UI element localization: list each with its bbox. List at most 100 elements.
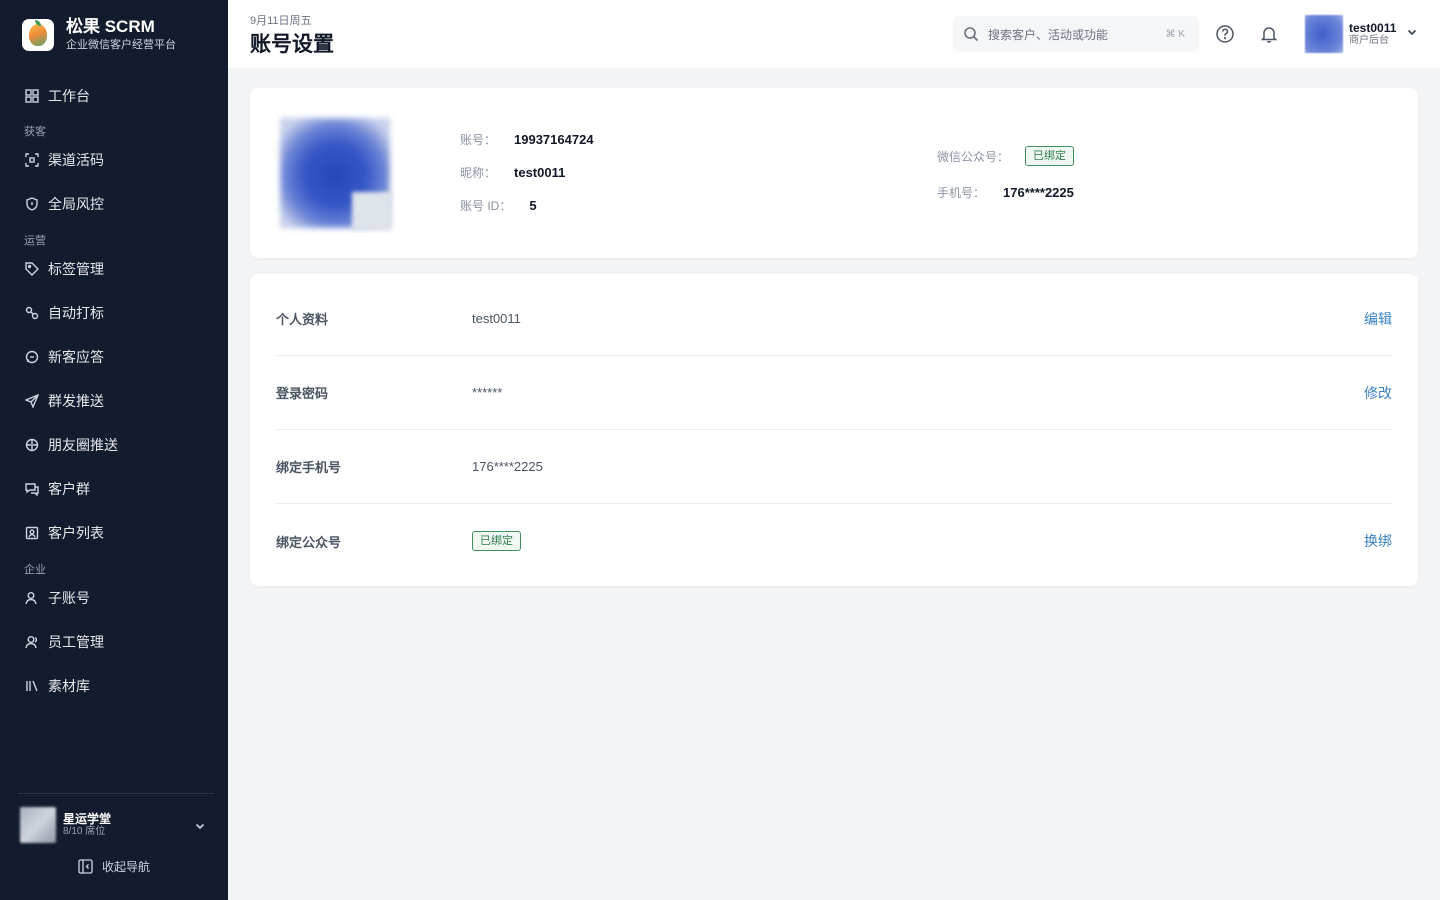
search-input[interactable]: 搜索客户、活动或功能 ⌘ K: [953, 16, 1199, 52]
setting-row-password: 登录密码 ****** 修改: [276, 356, 1392, 430]
phone-value: 176****2225: [1003, 185, 1074, 200]
sidebar-group-operations: 运营: [24, 235, 46, 247]
pinecone-logo-icon: [29, 20, 47, 46]
setting-label: 绑定公众号: [276, 534, 342, 550]
org-text: 星运学堂 8/10 席位: [63, 812, 111, 838]
auto-tag-icon: [24, 305, 40, 321]
account-number-value: 19937164724: [514, 132, 594, 147]
sidebar-item-tags[interactable]: 标签管理: [24, 257, 104, 281]
user-icon: [24, 590, 40, 606]
brand-text: 松果 SCRM 企业微信客户经营平台: [66, 17, 176, 53]
setting-label: 登录密码: [276, 386, 329, 401]
wechat-bound-badge: 已绑定: [1025, 146, 1075, 166]
sidebar-item-label: 群发推送: [48, 393, 104, 409]
nickname-label: 昵称：: [460, 166, 497, 180]
setting-label: 绑定手机号: [276, 460, 342, 475]
sidebar-item-material-library[interactable]: 素材库: [24, 674, 90, 698]
chat-reply-icon: [24, 349, 40, 365]
sidebar-item-channel-qrcode[interactable]: 渠道活码: [24, 148, 104, 172]
library-icon: [24, 678, 40, 694]
org-avatar: [20, 807, 56, 843]
sidebar-item-moments-push[interactable]: 朋友圈推送: [24, 433, 118, 457]
edit-profile-link[interactable]: 编辑: [1364, 309, 1392, 329]
setting-row-profile: 个人资料 test0011 编辑: [276, 282, 1392, 356]
dashboard-icon: [24, 88, 40, 104]
account-number-label: 账号：: [460, 133, 497, 147]
org-seats: 8/10 席位: [63, 826, 106, 837]
qrcode-scan-icon: [24, 152, 40, 168]
send-icon: [24, 393, 40, 409]
setting-row-official-account: 绑定公众号 已绑定 换绑: [276, 504, 1392, 578]
change-password-link[interactable]: 修改: [1364, 383, 1392, 403]
help-button[interactable]: [1214, 23, 1236, 45]
staff-icon: [24, 634, 40, 650]
sidebar-item-label: 渠道活码: [48, 152, 104, 168]
rebind-official-account-link[interactable]: 换绑: [1364, 531, 1392, 551]
sidebar-item-sub-accounts[interactable]: 子账号: [24, 586, 90, 610]
tag-icon: [24, 261, 40, 277]
user-name: test0011: [1349, 21, 1397, 35]
account-id-value: 5: [529, 198, 537, 213]
setting-label: 个人资料: [276, 312, 329, 327]
setting-value: ******: [472, 385, 503, 400]
nickname-row: 昵称： test0011: [460, 164, 565, 181]
sidebar-item-customer-list[interactable]: 客户列表: [24, 521, 104, 545]
sidebar-item-dashboard[interactable]: 工作台: [24, 84, 90, 108]
brand-logo: [22, 19, 54, 51]
page-title: 账号设置: [250, 33, 334, 56]
sidebar-item-auto-tag[interactable]: 自动打标: [24, 301, 104, 325]
sidebar-item-label: 自动打标: [48, 305, 104, 321]
user-avatar: [1305, 15, 1343, 53]
top-header: 9月11日周五 账号设置 搜索客户、活动或功能 ⌘ K test0011 商户后…: [228, 0, 1440, 68]
sidebar-item-label: 客户列表: [48, 525, 104, 541]
sidebar-item-label: 子账号: [48, 590, 90, 606]
setting-value-badge-wrap: 已绑定: [472, 531, 1364, 551]
sidebar-item-new-customer-reply[interactable]: 新客应答: [24, 345, 104, 369]
brand[interactable]: 松果 SCRM 企业微信客户经营平台: [22, 17, 176, 53]
user-text: test0011 商户后台: [1349, 21, 1396, 47]
setting-value: 176****2225: [472, 459, 543, 474]
account-avatar[interactable]: [280, 118, 392, 230]
chevron-down-icon[interactable]: [194, 819, 206, 837]
setting-value: test0011: [472, 311, 521, 326]
account-number-row: 账号： 19937164724: [460, 131, 594, 148]
org-switcher[interactable]: 星运学堂 8/10 席位: [20, 807, 210, 843]
sidebar-item-label: 全局风控: [48, 196, 104, 212]
user-menu[interactable]: test0011 商户后台: [1305, 15, 1418, 53]
sidebar-divider: [18, 793, 214, 794]
help-icon: [1216, 25, 1234, 43]
sidebar-item-mass-push[interactable]: 群发推送: [24, 389, 104, 413]
wechat-official-row: 微信公众号： 已绑定: [937, 146, 1075, 166]
brand-subtitle: 企业微信客户经营平台: [66, 39, 176, 51]
sidebar-item-label: 标签管理: [48, 261, 104, 277]
sidebar-group-enterprise: 企业: [24, 564, 46, 576]
sidebar-item-label: 新客应答: [48, 349, 104, 365]
account-settings-card: 个人资料 test0011 编辑 登录密码 ****** 修改 绑定手机号 17…: [250, 274, 1418, 586]
setting-row-phone: 绑定手机号 176****2225: [276, 430, 1392, 504]
sidebar-collapse-icon: [78, 859, 93, 874]
official-account-bound-badge: 已绑定: [472, 531, 521, 551]
shield-icon: [24, 196, 40, 212]
sidebar-item-staff[interactable]: 员工管理: [24, 630, 104, 654]
org-name: 星运学堂: [63, 812, 112, 826]
collapse-nav-label: 收起导航: [102, 860, 151, 874]
account-id-label: 账号 ID：: [460, 199, 512, 213]
group-chat-icon: [24, 481, 40, 497]
phone-row: 手机号： 176****2225: [937, 184, 1074, 201]
sidebar-item-label: 客户群: [48, 481, 90, 497]
aperture-icon: [24, 437, 40, 453]
account-id-row: 账号 ID： 5: [460, 197, 537, 214]
header-date: 9月11日周五: [250, 15, 312, 27]
sidebar-item-risk-control[interactable]: 全局风控: [24, 192, 104, 216]
collapse-nav-button[interactable]: 收起导航: [78, 858, 150, 875]
notifications-button[interactable]: [1258, 23, 1280, 45]
sidebar: 松果 SCRM 企业微信客户经营平台 工作台 获客 渠道活码 全局风控 运营 标…: [0, 0, 228, 900]
search-shortcut: ⌘ K: [1165, 28, 1185, 40]
sidebar-item-label: 工作台: [48, 88, 90, 104]
brand-title: 松果 SCRM: [66, 17, 155, 36]
sidebar-item-label: 员工管理: [48, 634, 104, 650]
sidebar-item-customer-groups[interactable]: 客户群: [24, 477, 90, 501]
contact-card-icon: [24, 525, 40, 541]
nickname-value: test0011: [514, 165, 566, 180]
search-icon: [964, 27, 979, 42]
